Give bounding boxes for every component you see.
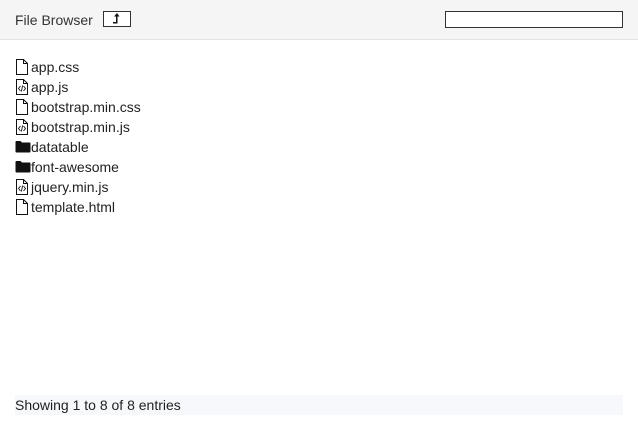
toolbar: File Browser <box>0 0 638 40</box>
folder-item[interactable]: font-awesome <box>15 157 141 177</box>
table-info: Showing 1 to 8 of 8 entries <box>15 395 623 415</box>
file-name: bootstrap.min.js <box>31 119 130 135</box>
level-up-icon <box>112 12 122 27</box>
code-file-icon <box>15 179 31 195</box>
search-input[interactable] <box>445 11 623 28</box>
file-item[interactable]: template.html <box>15 197 141 217</box>
file-name: bootstrap.min.css <box>31 99 141 115</box>
file-list: app.css app.js bootstrap.min.css bootstr… <box>15 57 141 217</box>
parent-directory-button[interactable] <box>103 11 131 27</box>
file-item[interactable]: app.css <box>15 57 141 77</box>
file-item[interactable]: app.js <box>15 77 141 97</box>
file-item[interactable]: bootstrap.min.css <box>15 97 141 117</box>
folder-name: datatable <box>31 139 89 155</box>
code-file-icon <box>15 119 31 135</box>
file-name: app.js <box>31 79 69 95</box>
file-item[interactable]: bootstrap.min.js <box>15 117 141 137</box>
folder-icon <box>15 159 31 175</box>
file-name: template.html <box>31 199 116 215</box>
page-title: File Browser <box>15 12 93 28</box>
file-item[interactable]: jquery.min.js <box>15 177 141 197</box>
code-file-icon <box>15 79 31 95</box>
folder-item[interactable]: datatable <box>15 137 141 157</box>
folder-icon <box>15 139 31 155</box>
file-icon <box>15 199 31 215</box>
file-icon <box>15 99 31 115</box>
file-icon <box>15 59 31 75</box>
file-name: jquery.min.js <box>31 179 109 195</box>
file-name: app.css <box>31 59 80 75</box>
folder-name: font-awesome <box>31 159 119 175</box>
